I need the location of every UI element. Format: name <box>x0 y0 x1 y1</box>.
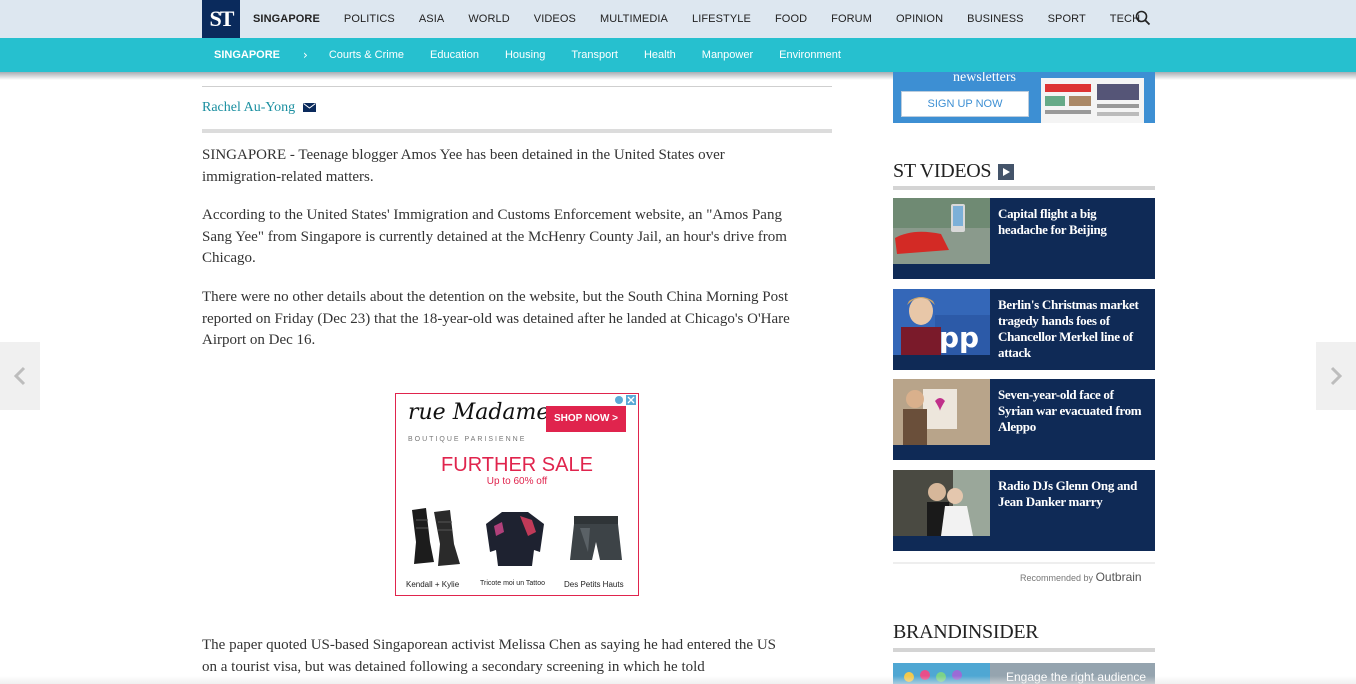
ad-product-label: Tricote moi un Tattoo <box>480 580 545 587</box>
video-item[interactable]: Seven-year-old face of Syrian war evacua… <box>893 379 1155 460</box>
nav-item-multimedia[interactable]: MULTIMEDIA <box>588 13 680 25</box>
article-paragraph: The paper quoted US-based Singaporean ac… <box>202 637 777 675</box>
ad-choices-icon[interactable] <box>614 395 636 405</box>
section-nav-education[interactable]: Education <box>417 49 492 61</box>
ad-shop-now-button[interactable]: SHOP NOW > <box>546 406 626 432</box>
section-nav-environment[interactable]: Environment <box>766 49 854 61</box>
bottom-fade <box>0 676 1356 684</box>
nav-item-sport[interactable]: SPORT <box>1036 13 1098 25</box>
ad-headline: FURTHER SALE <box>441 454 593 476</box>
divider <box>893 562 1155 564</box>
st-videos-heading: ST VIDEOS <box>893 160 992 182</box>
search-icon[interactable] <box>1134 9 1152 27</box>
sign-up-button[interactable]: SIGN UP NOW <box>901 91 1029 117</box>
ad-offer: Up to 60% off <box>486 476 548 487</box>
nav-item-lifestyle[interactable]: LIFESTYLE <box>680 13 763 25</box>
video-title: Radio DJs Glenn Ong and Jean Danker marr… <box>998 478 1138 509</box>
nav-item-singapore[interactable]: SINGAPORE <box>241 13 332 25</box>
ad-product-label: Des Petits Hauts <box>564 580 624 589</box>
top-nav-items: SINGAPORE POLITICS ASIA WORLD VIDEOS MUL… <box>241 0 1152 38</box>
nav-item-politics[interactable]: POLITICS <box>332 13 407 25</box>
article-paragraph: According to the United States' Immigrat… <box>202 207 787 266</box>
nav-item-videos[interactable]: VIDEOS <box>522 13 588 25</box>
video-item[interactable]: Capital flight a big headache for Beijin… <box>893 198 1155 279</box>
section-nav-health[interactable]: Health <box>631 49 689 61</box>
nav-item-world[interactable]: WORLD <box>456 13 521 25</box>
divider <box>202 129 832 133</box>
nav-item-forum[interactable]: FORUM <box>819 13 884 25</box>
nav-item-food[interactable]: FOOD <box>763 13 819 25</box>
author-link[interactable]: Rachel Au-Yong <box>202 100 295 116</box>
video-thumbnail <box>893 379 990 445</box>
chevron-right-icon <box>1330 366 1343 386</box>
nav-item-opinion[interactable]: OPINION <box>884 13 955 25</box>
article-paragraph: There were no other details about the de… <box>202 289 790 348</box>
newsletter-preview-image <box>1041 78 1144 123</box>
article-paragraph: SINGAPORE - Teenage blogger Amos Yee has… <box>202 147 725 185</box>
divider <box>893 648 1155 652</box>
chevron-left-icon <box>13 366 26 386</box>
section-nav-manpower[interactable]: Manpower <box>689 49 766 61</box>
video-title: Seven-year-old face of Syrian war evacua… <box>998 387 1142 434</box>
prev-article-button[interactable] <box>0 342 40 410</box>
outbrain-logo: Outbrain <box>1095 570 1142 584</box>
sweater-image <box>486 512 544 566</box>
boots-image <box>412 508 460 566</box>
video-thumbnail <box>893 198 990 264</box>
nav-item-business[interactable]: BUSINESS <box>955 13 1035 25</box>
shorts-image <box>570 516 622 560</box>
divider <box>202 86 832 87</box>
chevron-right-icon: › <box>303 48 308 62</box>
section-nav-housing[interactable]: Housing <box>492 49 558 61</box>
newsletter-promo[interactable]: newsletters SIGN UP NOW <box>893 72 1155 123</box>
video-thumbnail <box>893 470 990 536</box>
advertisement[interactable]: rue Madame BOUTIQUE PARISIENNE SHOP NOW … <box>395 393 639 596</box>
divider <box>893 186 1155 190</box>
mail-icon[interactable] <box>303 103 316 112</box>
section-nav-transport[interactable]: Transport <box>558 49 631 61</box>
video-item[interactable]: pp Berlin's Christmas market tragedy han… <box>893 289 1155 370</box>
st-logo[interactable]: ST <box>202 0 240 38</box>
section-nav: SINGAPORE › Courts & Crime Education Hou… <box>0 38 1356 72</box>
video-item[interactable]: Radio DJs Glenn Ong and Jean Danker marr… <box>893 470 1155 551</box>
section-nav-singapore[interactable]: SINGAPORE <box>202 49 293 61</box>
nav-item-asia[interactable]: ASIA <box>407 13 456 25</box>
ad-brand-logo: rue Madame <box>408 400 550 425</box>
video-title: Capital flight a big headache for Beijin… <box>998 206 1107 237</box>
outbrain-attribution[interactable]: Recommended by Outbrain <box>1020 570 1142 584</box>
play-icon[interactable] <box>998 164 1014 180</box>
newsletter-heading: newsletters <box>953 72 1016 85</box>
svg-text:pp: pp <box>939 321 979 354</box>
section-nav-courts-crime[interactable]: Courts & Crime <box>316 49 417 61</box>
next-article-button[interactable] <box>1316 342 1356 410</box>
ad-product-label: Kendall + Kylie <box>406 580 460 589</box>
top-nav: ST SINGAPORE POLITICS ASIA WORLD VIDEOS … <box>0 0 1356 38</box>
recommended-label: Recommended by <box>1020 573 1094 583</box>
brandinsider-heading: BRANDINSIDER <box>893 621 1039 643</box>
video-title: Berlin's Christmas market tragedy hands … <box>998 297 1139 360</box>
ad-tagline: BOUTIQUE PARISIENNE <box>408 436 527 443</box>
video-thumbnail: pp <box>893 289 990 355</box>
